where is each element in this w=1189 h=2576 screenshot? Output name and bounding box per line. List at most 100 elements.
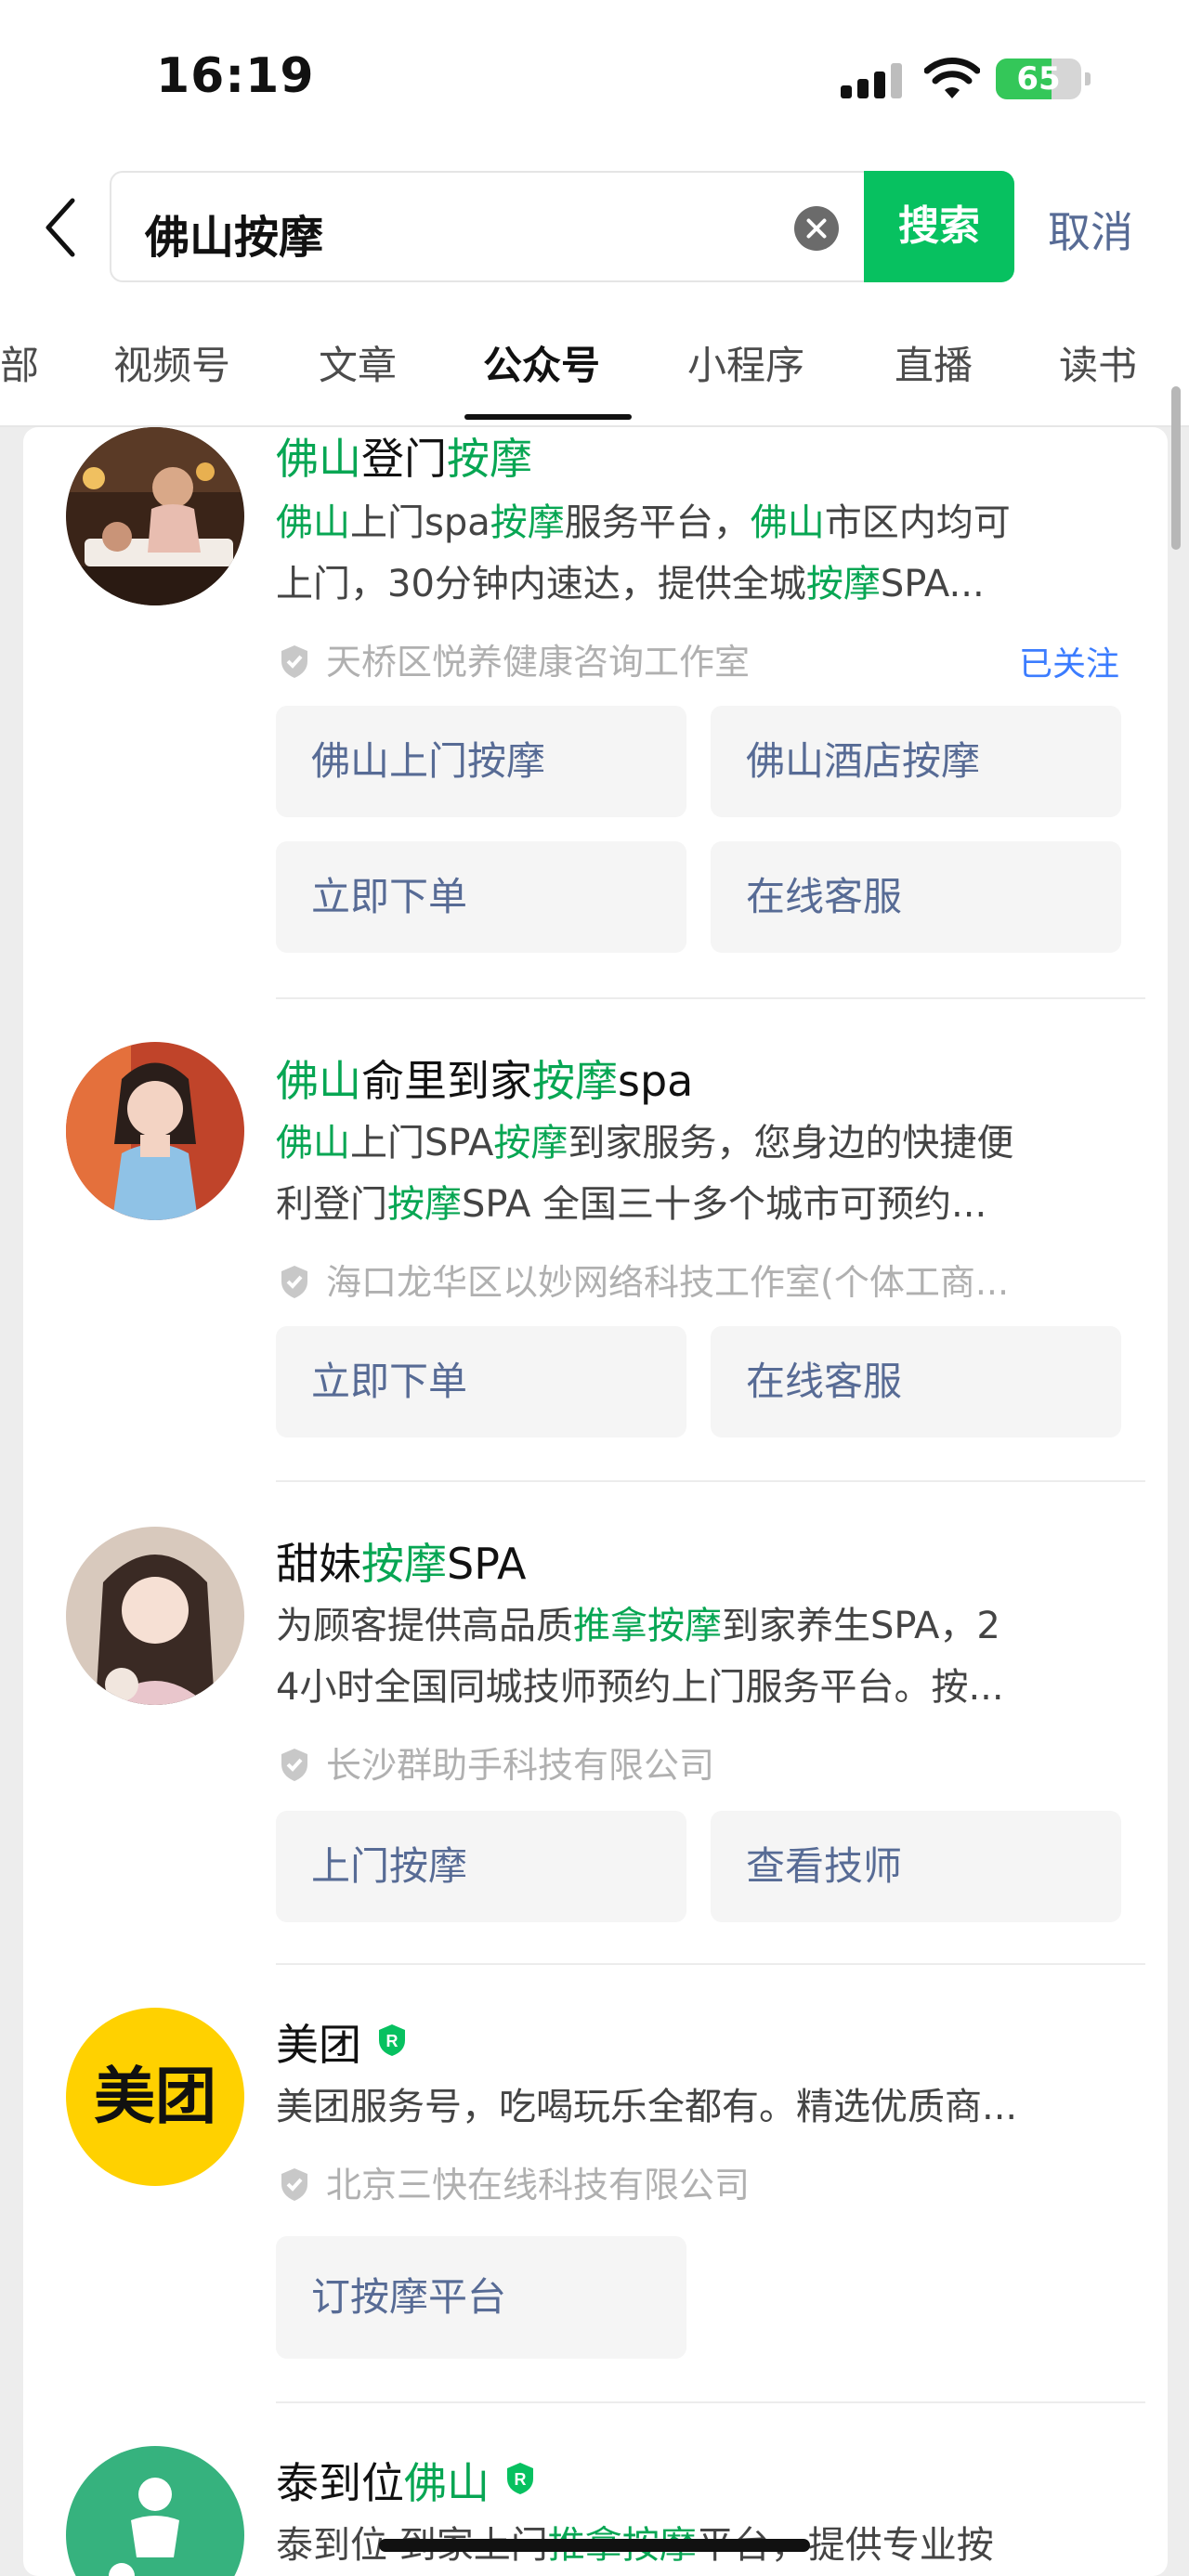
girl-avatar-image <box>66 1527 244 1705</box>
result-title[interactable]: 佛山登门按摩 <box>276 427 532 487</box>
verified-shield-icon <box>281 1266 307 1298</box>
desc-segment: 佛山 <box>276 501 350 544</box>
title-segment: 按摩 <box>361 1539 447 1589</box>
tab-official-accounts[interactable]: 公众号 <box>483 334 600 391</box>
home-indicator[interactable] <box>379 2539 810 2552</box>
desc-segment: 利登门 <box>276 1183 387 1226</box>
clear-icon[interactable] <box>794 206 839 251</box>
desc-segment: 市区内均可 <box>824 501 1011 544</box>
result-title[interactable]: 泰到位佛山 R <box>276 2450 538 2511</box>
result-description: 佛山上门spa按摩服务平台，佛山市区内均可 上门，30分钟内速达，提供全城按摩S… <box>276 492 1149 615</box>
quick-link-button[interactable]: 查看技师 <box>711 1811 1121 1922</box>
avatar[interactable] <box>66 1042 244 1220</box>
desc-segment: 美团服务号，吃喝玩乐全都有。精选优质商... <box>276 2086 1018 2128</box>
desc-segment: 推拿按摩 <box>573 1605 722 1647</box>
quick-link-button[interactable]: 立即下单 <box>276 841 686 953</box>
desc-segment: 4小时全国同城技师预约上门服务平台。按... <box>276 1666 1004 1709</box>
verified-entity: 海口龙华区以妙网络科技工作室(个体工商... <box>276 1254 1009 1305</box>
cellular-signal-icon <box>841 63 904 98</box>
desc-segment: 按摩 <box>387 1183 462 1226</box>
desc-segment: 上门spa <box>350 501 490 544</box>
tab-articles[interactable]: 文章 <box>319 334 397 391</box>
desc-segment: 佛山 <box>276 1122 350 1164</box>
tab-channels[interactable]: 视频号 <box>113 334 230 391</box>
quick-link-button[interactable]: 在线客服 <box>711 1326 1121 1438</box>
result-title[interactable]: 佛山俞里到家按摩spa <box>276 1047 693 1109</box>
woman-avatar-image <box>66 1042 244 1220</box>
results-list: 佛山登门按摩 佛山上门spa按摩服务平台，佛山市区内均可 上门，30分钟内速达，… <box>23 427 1168 2576</box>
avatar[interactable] <box>66 2446 244 2576</box>
title-segment: 佛山 <box>276 1056 361 1106</box>
search-query: 佛山按摩 <box>145 212 324 264</box>
avatar[interactable] <box>66 427 244 605</box>
title-segment: 佛山 <box>276 434 361 484</box>
verified-text: 北京三快在线科技有限公司 <box>326 2165 751 2205</box>
verified-text: 天桥区悦养健康咨询工作室 <box>326 642 751 683</box>
desc-segment: 到家服务，您身边的快捷便 <box>568 1122 1014 1164</box>
result-title[interactable]: 甜妹按摩SPA <box>276 1530 526 1592</box>
battery-level: 65 <box>1016 60 1061 98</box>
svg-text:R: R <box>386 2032 399 2050</box>
verified-text: 海口龙华区以妙网络科技工作室(个体工商... <box>326 1262 1010 1303</box>
title-segment: 按摩 <box>447 434 532 484</box>
battery-cap <box>1085 72 1091 85</box>
desc-segment: 为顾客提供高品质 <box>276 1605 573 1647</box>
item-divider <box>276 997 1145 999</box>
verified-shield-icon <box>281 1749 307 1781</box>
svg-text:R: R <box>515 2470 527 2489</box>
cancel-button[interactable]: 取消 <box>1048 199 1133 260</box>
active-tab-indicator <box>464 414 632 420</box>
logo-text: 美团 <box>94 2061 216 2132</box>
verified-entity: 北京三快在线科技有限公司 <box>276 2156 750 2207</box>
quick-link-button[interactable]: 立即下单 <box>276 1326 686 1438</box>
verified-shield-icon <box>281 2168 307 2201</box>
verified-entity: 天桥区悦养健康咨询工作室 <box>276 633 750 684</box>
title-segment: 按摩 <box>532 1056 618 1106</box>
item-divider <box>276 1480 1145 1482</box>
battery-icon: 65 <box>996 59 1081 99</box>
desc-segment: SPA 全国三十多个城市可预约... <box>462 1183 987 1226</box>
result-description: 美团服务号，吃喝玩乐全都有。精选优质商... <box>276 2076 1149 2138</box>
title-segment: 俞里到家 <box>361 1056 532 1106</box>
massage-avatar-image <box>66 427 244 605</box>
massage-figure-icon <box>109 2478 179 2576</box>
scrollbar[interactable] <box>1171 386 1181 550</box>
verified-entity: 长沙群助手科技有限公司 <box>276 1737 714 1788</box>
desc-segment: 佛山 <box>750 501 825 544</box>
verified-text: 长沙群助手科技有限公司 <box>326 1745 715 1786</box>
quick-link-button[interactable]: 佛山酒店按摩 <box>711 706 1121 817</box>
verified-shield-icon <box>281 645 307 678</box>
title-segment: SPA <box>447 1539 527 1589</box>
desc-segment: SPA... <box>880 563 985 605</box>
wifi-icon <box>924 58 980 98</box>
item-divider <box>276 1963 1145 1965</box>
quick-link-button[interactable]: 订按摩平台 <box>276 2236 686 2359</box>
desc-segment: 上门，30分钟内速达，提供全城 <box>276 563 806 605</box>
desc-segment: 服务平台， <box>564 501 751 544</box>
desc-segment: 按摩 <box>493 1122 568 1164</box>
desc-segment: 到家养生SPA，2 <box>722 1605 1000 1647</box>
avatar[interactable] <box>66 1527 244 1705</box>
status-bar: 16:19 65 <box>0 0 1189 158</box>
result-description: 为顾客提供高品质推拿按摩到家养生SPA，2 4小时全国同城技师预约上门服务平台。… <box>276 1595 1149 1718</box>
status-time: 16:19 <box>156 48 315 104</box>
quick-link-button[interactable]: 佛山上门按摩 <box>276 706 686 817</box>
tab-live[interactable]: 直播 <box>895 334 973 391</box>
meituan-logo[interactable]: 美团 <box>66 2008 244 2186</box>
result-title[interactable]: 美团 R <box>276 2011 410 2073</box>
search-button[interactable]: 搜索 <box>864 171 1014 282</box>
title-segment: spa <box>618 1056 694 1106</box>
tab-books[interactable]: 读书 <box>1059 334 1137 391</box>
tab-all[interactable]: 部 <box>0 334 39 391</box>
tab-mini-programs[interactable]: 小程序 <box>687 334 804 391</box>
quick-link-button[interactable]: 上门按摩 <box>276 1811 686 1922</box>
item-divider <box>276 2401 1145 2403</box>
search-input[interactable]: 佛山按摩 <box>110 171 871 282</box>
quick-link-button[interactable]: 在线客服 <box>711 841 1121 953</box>
followed-label[interactable]: 已关注 <box>1019 637 1119 685</box>
search-header: 佛山按摩 搜索 取消 部 视频号 文章 公众号 小程序 直播 读书 <box>0 158 1189 427</box>
desc-segment: 按摩 <box>490 501 565 544</box>
title-segment: 佛山 <box>404 2458 490 2508</box>
verified-badge-icon: R <box>379 2024 405 2056</box>
back-arrow-icon[interactable] <box>39 195 84 260</box>
